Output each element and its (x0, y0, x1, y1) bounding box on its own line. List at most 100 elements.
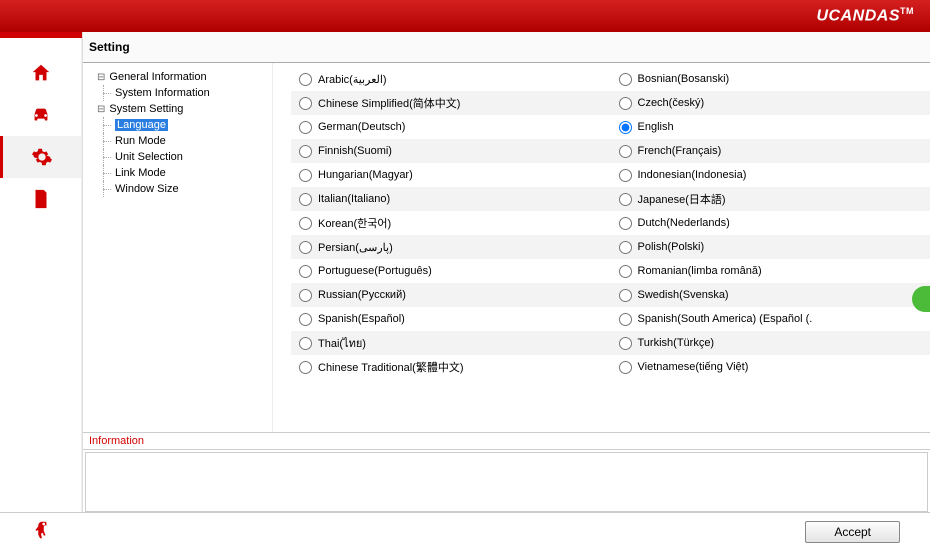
language-label: Spanish(South America) (Español (. (638, 313, 813, 325)
tree-item-label: Link Mode (115, 167, 166, 179)
brand-text: UCANDAS (817, 8, 901, 25)
language-option[interactable]: Romanian(limba română) (611, 259, 930, 283)
language-radio[interactable] (619, 145, 632, 158)
language-label: Japanese(日本語) (638, 191, 726, 207)
exit-icon (30, 519, 52, 541)
footer: Accept (0, 512, 930, 550)
language-option[interactable]: Turkish(Türkçe) (611, 331, 930, 355)
language-label: English (638, 121, 674, 133)
language-radio[interactable] (299, 97, 312, 110)
language-radio[interactable] (619, 313, 632, 326)
language-option[interactable]: Spanish(Español) (291, 307, 611, 331)
language-option[interactable]: Finnish(Suomi) (291, 139, 611, 163)
language-option[interactable]: Chinese Simplified(简体中文) (291, 91, 611, 115)
language-option[interactable]: Chinese Traditional(繁體中文) (291, 355, 611, 379)
language-radio[interactable] (619, 193, 632, 206)
tree-item[interactable]: Link Mode (87, 165, 268, 181)
language-label: Swedish(Svenska) (638, 289, 729, 301)
language-radio[interactable] (619, 97, 632, 110)
language-label: Russian(Русский) (318, 289, 406, 301)
language-radio[interactable] (619, 241, 632, 254)
exit-button[interactable] (30, 519, 52, 544)
language-radio[interactable] (619, 337, 632, 350)
information-textarea[interactable] (85, 452, 928, 512)
language-option[interactable]: Korean(한국어) (291, 211, 611, 235)
language-label: French(Français) (638, 145, 722, 157)
language-label: Vietnamese(tiếng Việt) (638, 361, 749, 373)
language-label: Chinese Traditional(繁體中文) (318, 359, 464, 375)
language-radio[interactable] (619, 169, 632, 182)
language-label: Chinese Simplified(简体中文) (318, 95, 460, 111)
language-option[interactable]: English (611, 115, 930, 139)
language-option[interactable]: Russian(Русский) (291, 283, 611, 307)
language-radio[interactable] (619, 121, 632, 134)
language-column: Arabic(العربية) Chinese Simplified(简体中文) G… (291, 67, 611, 432)
language-radio[interactable] (299, 289, 312, 302)
language-radio[interactable] (619, 289, 632, 302)
language-label: Hungarian(Magyar) (318, 169, 413, 181)
tree-item[interactable]: Language (87, 117, 268, 133)
language-radio[interactable] (299, 337, 312, 350)
tree-item[interactable]: Window Size (87, 181, 268, 197)
language-option[interactable]: Indonesian(Indonesia) (611, 163, 930, 187)
gear-icon (31, 146, 53, 168)
language-radio[interactable] (299, 313, 312, 326)
tree-group[interactable]: General Information (87, 69, 268, 85)
tree-item[interactable]: Unit Selection (87, 149, 268, 165)
tree-item[interactable]: Run Mode (87, 133, 268, 149)
language-label: Romanian(limba română) (638, 265, 762, 277)
settings-tree: General InformationSystem InformationSys… (83, 63, 273, 432)
language-radio[interactable] (619, 265, 632, 278)
language-radio[interactable] (299, 169, 312, 182)
language-option[interactable]: Japanese(日本語) (611, 187, 930, 211)
language-radio[interactable] (619, 217, 632, 230)
language-radio[interactable] (299, 145, 312, 158)
language-option[interactable]: Swedish(Svenska) (611, 283, 930, 307)
document-icon (30, 188, 52, 210)
language-option[interactable]: Polish(Polski) (611, 235, 930, 259)
language-option[interactable]: Persian(پارسی) (291, 235, 611, 259)
tree-item-label: Run Mode (115, 135, 166, 147)
language-label: Korean(한국어) (318, 215, 391, 231)
tree-item-label: Unit Selection (115, 151, 183, 163)
language-option[interactable]: French(Français) (611, 139, 930, 163)
information-label: Information (83, 433, 930, 450)
app-header: UCANDASTM (0, 0, 930, 32)
tree-group[interactable]: System Setting (87, 101, 268, 117)
language-radio[interactable] (619, 73, 632, 86)
car-icon (30, 104, 52, 126)
language-option[interactable]: Dutch(Nederlands) (611, 211, 930, 235)
language-label: Portuguese(Português) (318, 265, 432, 277)
language-option[interactable]: Vietnamese(tiếng Việt) (611, 355, 930, 379)
language-radio[interactable] (299, 193, 312, 206)
language-radio[interactable] (299, 217, 312, 230)
accept-button[interactable]: Accept (805, 521, 900, 543)
language-label: Persian(پارسی) (318, 241, 393, 254)
language-option[interactable]: Bosnian(Bosanski) (611, 67, 930, 91)
body: Setting General InformationSystem Inform… (0, 32, 930, 512)
language-option[interactable]: Portuguese(Português) (291, 259, 611, 283)
page-title: Setting (83, 32, 930, 63)
sidebar-report-button[interactable] (0, 178, 81, 220)
language-radio[interactable] (299, 73, 312, 86)
tree-item[interactable]: System Information (87, 85, 268, 101)
sidebar-vehicle-button[interactable] (0, 94, 81, 136)
language-option[interactable]: Czech(český) (611, 91, 930, 115)
language-option[interactable]: Thai(ไทย) (291, 331, 611, 355)
language-option[interactable]: Arabic(العربية) (291, 67, 611, 91)
sidebar-settings-button[interactable] (0, 136, 81, 178)
language-option[interactable]: Italian(Italiano) (291, 187, 611, 211)
language-radio[interactable] (299, 265, 312, 278)
language-label: Bosnian(Bosanski) (638, 73, 730, 85)
language-column: Bosnian(Bosanski) Czech(český) English Fren… (611, 67, 930, 432)
language-label: Turkish(Türkçe) (638, 337, 715, 349)
language-option[interactable]: Hungarian(Magyar) (291, 163, 611, 187)
language-label: Finnish(Suomi) (318, 145, 392, 157)
sidebar-home-button[interactable] (0, 52, 81, 94)
language-radio[interactable] (299, 361, 312, 374)
language-radio[interactable] (299, 241, 312, 254)
language-radio[interactable] (299, 121, 312, 134)
language-radio[interactable] (619, 361, 632, 374)
language-option[interactable]: German(Deutsch) (291, 115, 611, 139)
language-option[interactable]: Spanish(South America) (Español (. (611, 307, 930, 331)
